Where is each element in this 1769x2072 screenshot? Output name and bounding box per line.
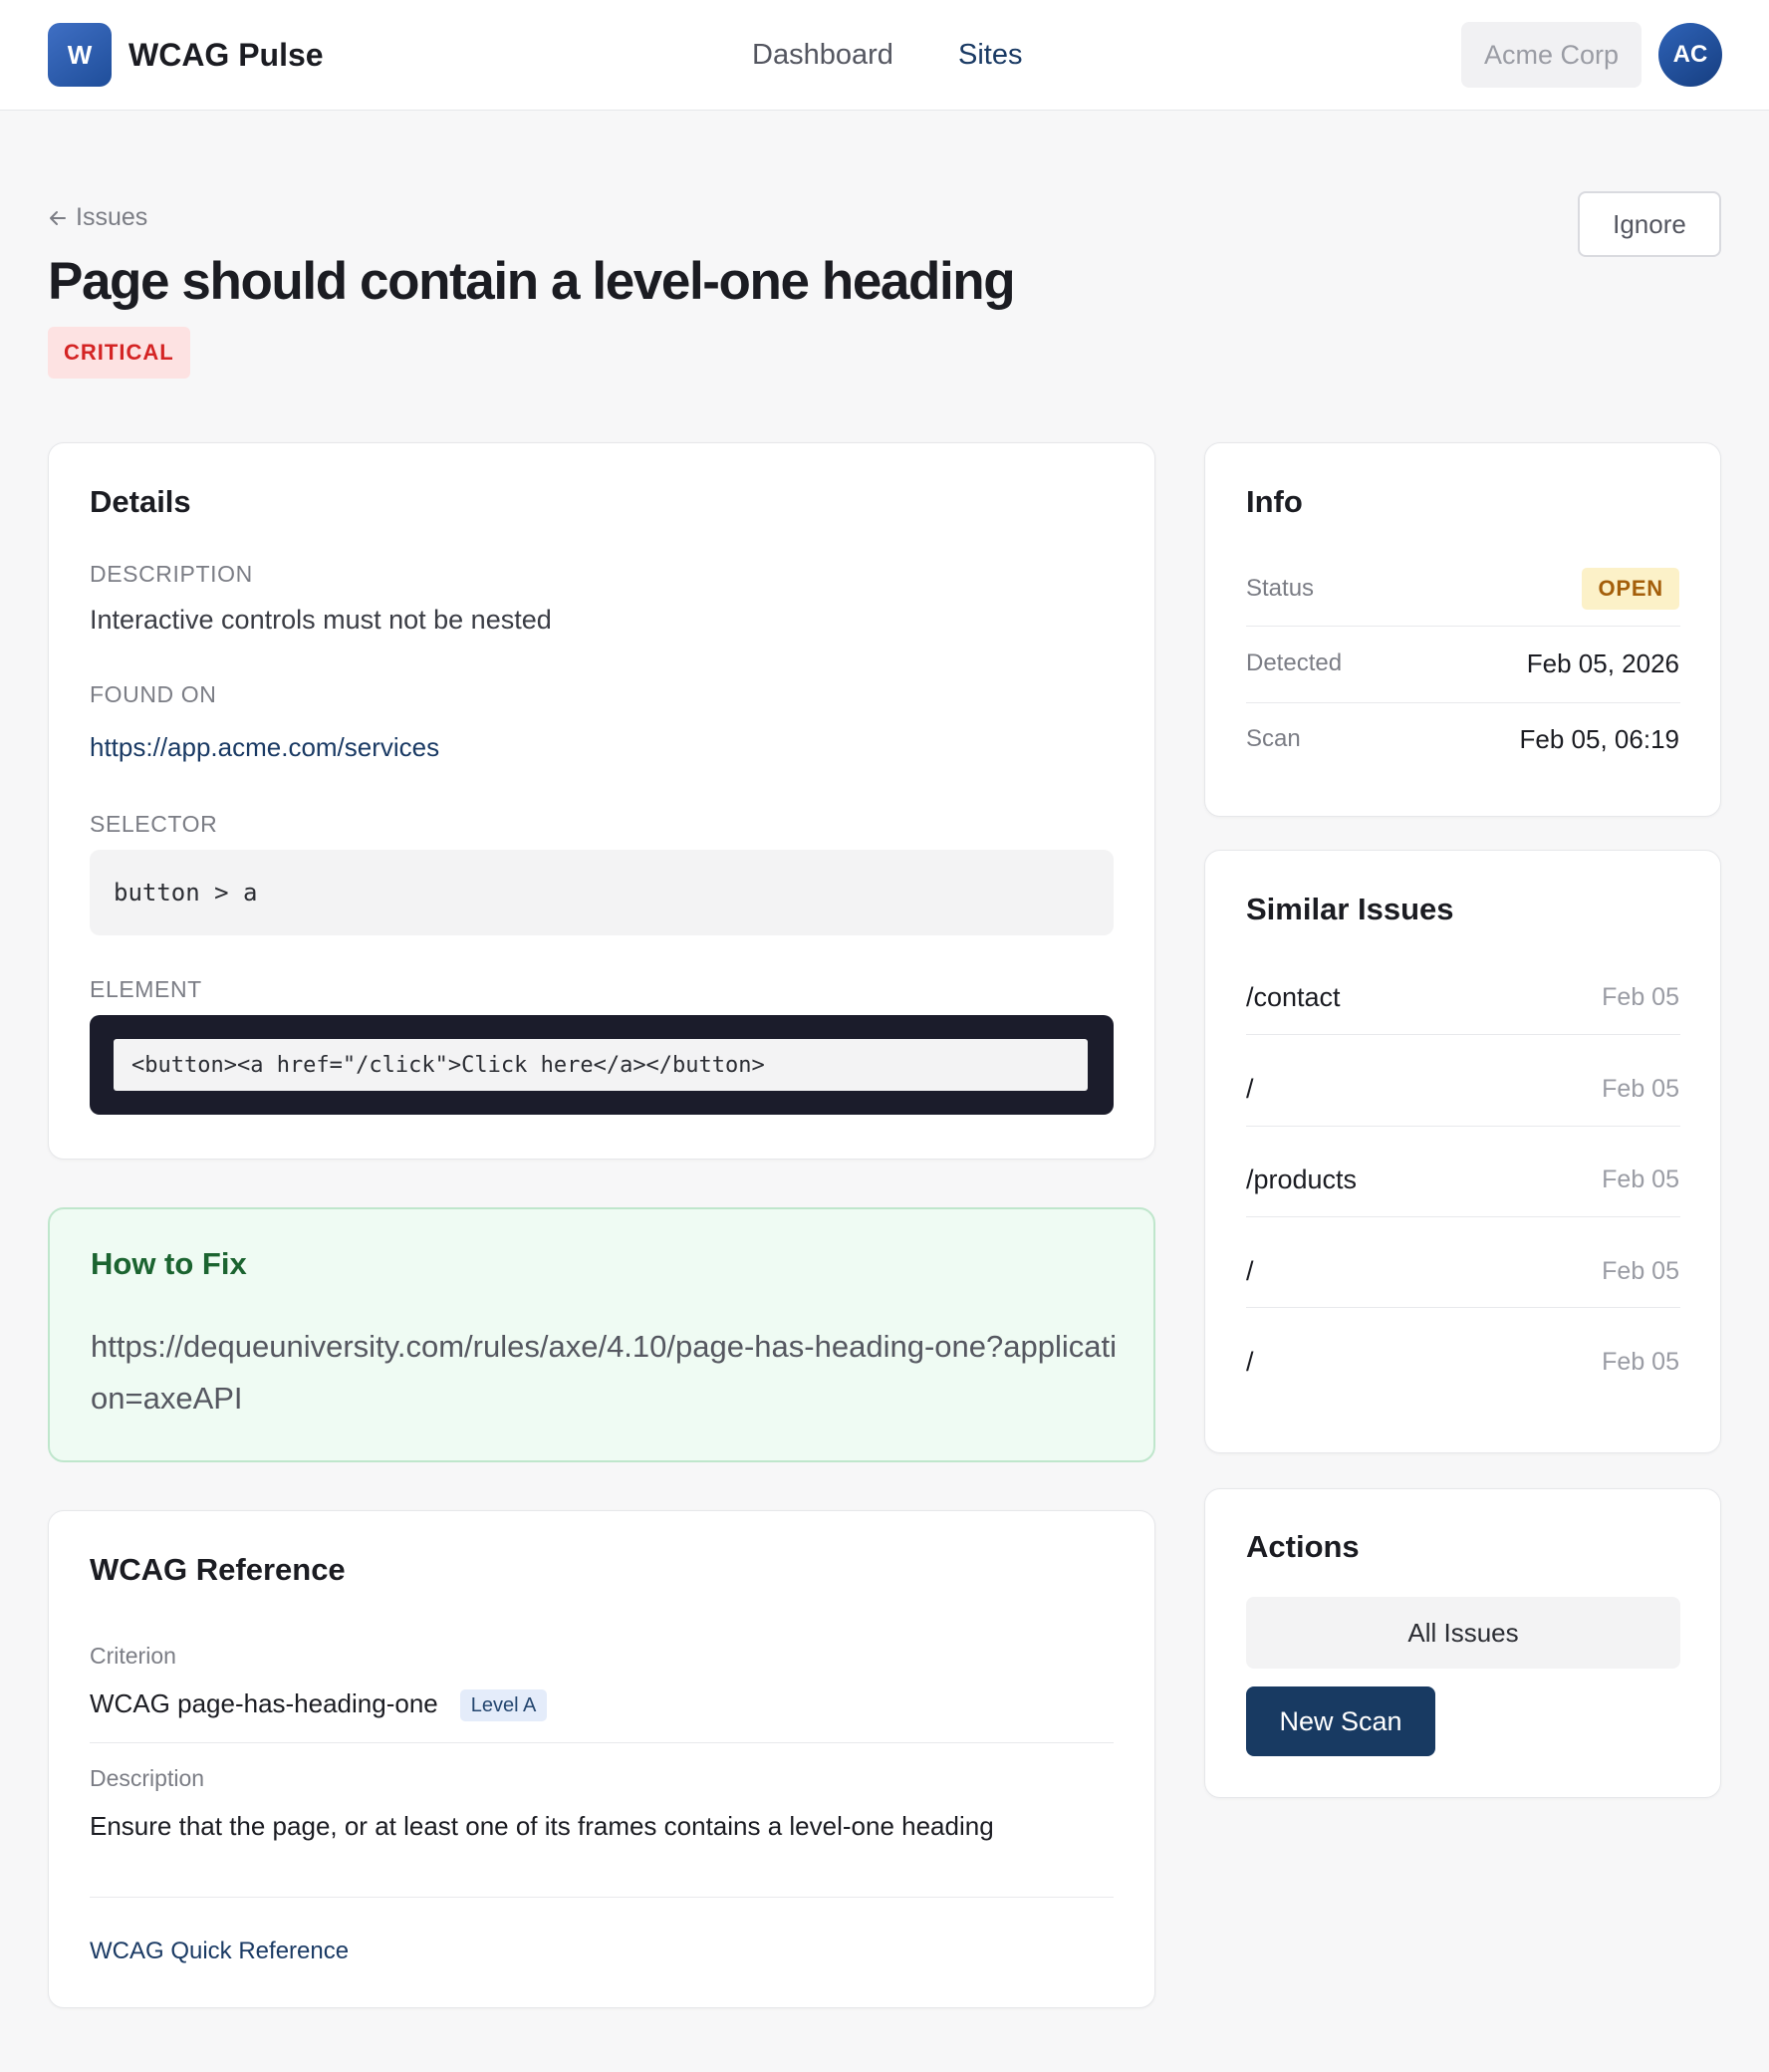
info-title: Info	[1246, 484, 1303, 519]
info-card: Info Status OPEN Detected Feb 05, 2026 S…	[1204, 442, 1721, 817]
description-label: DESCRIPTION	[90, 561, 253, 587]
criterion-row: WCAG page-has-heading-one Level A	[90, 1686, 548, 1722]
wcag-description-value: Ensure that the page, or at least one of…	[90, 1811, 994, 1841]
wcag-description-label: Description	[90, 1765, 205, 1791]
nav-sites[interactable]: Sites	[958, 36, 1022, 74]
arrow-left-icon	[50, 210, 66, 225]
details-title: Details	[90, 484, 191, 519]
ignore-button[interactable]: Ignore	[1578, 191, 1721, 257]
similar-issue-path[interactable]: /contact	[1246, 981, 1341, 1013]
wcag-quick-reference-link[interactable]: WCAG Quick Reference	[90, 1935, 349, 1968]
wcag-reference-title: WCAG Reference	[90, 1552, 346, 1587]
back-to-issues-link[interactable]: Issues	[48, 203, 147, 232]
similar-issue-path[interactable]: /	[1246, 1346, 1254, 1378]
similar-issue-path[interactable]: /	[1246, 1073, 1254, 1105]
element-code: <button><a href="/click">Click here</a><…	[114, 1039, 1088, 1091]
scan-label: Scan	[1246, 725, 1301, 752]
divider	[1246, 1126, 1680, 1127]
element-code-block: <button><a href="/click">Click here</a><…	[90, 1015, 1114, 1115]
divider	[1246, 1034, 1680, 1035]
similar-issue-date: Feb 05	[1602, 1166, 1679, 1193]
criterion-value: WCAG page-has-heading-one	[90, 1688, 438, 1718]
divider	[90, 1897, 1114, 1898]
how-to-fix-text: https://dequeuniversity.com/rules/axe/4.…	[91, 1329, 1117, 1416]
element-label: ELEMENT	[90, 976, 202, 1002]
divider	[1246, 1216, 1680, 1217]
details-card: Details DESCRIPTION Interactive controls…	[48, 442, 1155, 1160]
similar-issue-date: Feb 05	[1602, 983, 1679, 1011]
detected-value: Feb 05, 2026	[1526, 648, 1679, 678]
description-value: Interactive controls must not be nested	[90, 605, 552, 635]
avatar-initials: AC	[1672, 41, 1708, 68]
detected-label: Detected	[1246, 649, 1343, 676]
similar-issue-date: Feb 05	[1602, 1348, 1679, 1376]
org-switcher[interactable]: Acme Corp	[1461, 22, 1642, 88]
brand-name[interactable]: WCAG Pulse	[128, 36, 324, 74]
logo-letter: W	[67, 39, 93, 70]
divider	[1246, 702, 1680, 703]
divider	[1246, 626, 1680, 627]
top-navigation-bar: W WCAG Pulse Dashboard Sites Acme Corp A…	[0, 0, 1769, 111]
nav-dashboard[interactable]: Dashboard	[752, 36, 893, 74]
how-to-fix-card: How to Fix https://dequeuniversity.com/r…	[48, 1207, 1155, 1462]
status-badge: OPEN	[1582, 568, 1679, 610]
similar-issue-date: Feb 05	[1602, 1257, 1679, 1285]
divider	[1246, 1307, 1680, 1308]
severity-badge: CRITICAL	[48, 327, 190, 379]
back-link-label: Issues	[76, 203, 148, 231]
user-avatar[interactable]: AC	[1658, 23, 1722, 87]
actions-title: Actions	[1246, 1529, 1360, 1564]
wcag-reference-card: WCAG Reference Criterion WCAG page-has-h…	[48, 1510, 1155, 2008]
divider	[90, 1742, 1114, 1743]
similar-issue-date: Feb 05	[1602, 1075, 1679, 1103]
status-label: Status	[1246, 575, 1315, 602]
selector-label: SELECTOR	[90, 811, 218, 837]
new-scan-button[interactable]: New Scan	[1246, 1686, 1435, 1756]
app-logo[interactable]: W	[48, 23, 112, 87]
all-issues-button[interactable]: All Issues	[1246, 1597, 1680, 1669]
level-badge: Level A	[459, 1689, 548, 1722]
similar-issue-path[interactable]: /	[1246, 1255, 1254, 1287]
similar-issues-card: Similar Issues /contact Feb 05 / Feb 05 …	[1204, 850, 1721, 1453]
found-on-link[interactable]: https://app.acme.com/services	[90, 730, 439, 764]
found-on-label: FOUND ON	[90, 681, 217, 707]
similar-issue-path[interactable]: /products	[1246, 1164, 1357, 1195]
actions-card: Actions All Issues New Scan	[1204, 1488, 1721, 1798]
scan-link[interactable]: Feb 05, 06:19	[1520, 723, 1679, 755]
page-title: Page should contain a level-one heading	[48, 252, 1016, 311]
how-to-fix-title: How to Fix	[91, 1246, 247, 1281]
selector-code: button > a	[90, 850, 1114, 935]
criterion-label: Criterion	[90, 1643, 176, 1669]
similar-issues-title: Similar Issues	[1246, 892, 1454, 926]
